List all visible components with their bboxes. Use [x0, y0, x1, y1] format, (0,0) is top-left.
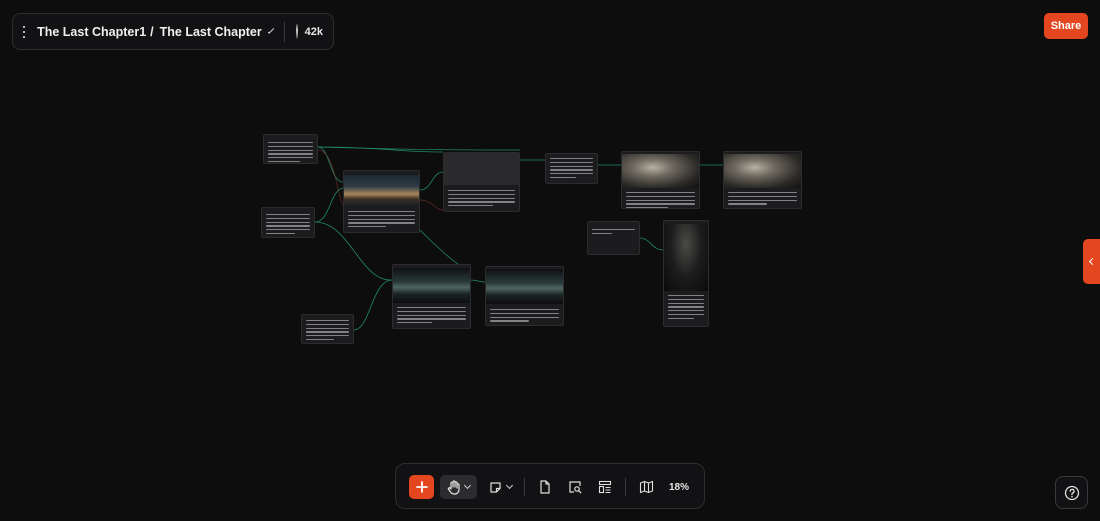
image-search-icon	[569, 481, 582, 494]
map-icon	[639, 480, 653, 494]
page-name[interactable]: The Last Chapter	[160, 25, 262, 39]
workflow-node[interactable]	[587, 221, 640, 255]
hand-tool-button[interactable]	[440, 475, 477, 499]
breadcrumb-separator: /	[150, 24, 154, 39]
image-search-button[interactable]	[564, 475, 586, 499]
image-node[interactable]	[392, 264, 471, 329]
workflow-node[interactable]	[301, 314, 354, 344]
image-node[interactable]	[343, 170, 420, 233]
empty-preview	[444, 153, 519, 185]
zoom-level-text: 18%	[668, 481, 689, 493]
workflow-node[interactable]	[261, 207, 315, 238]
help-button[interactable]	[1055, 476, 1088, 509]
chevron-left-icon	[1088, 257, 1097, 266]
node-links	[314, 146, 723, 331]
help-icon	[1064, 485, 1079, 500]
share-button[interactable]: Share	[1044, 13, 1088, 39]
image-node[interactable]	[621, 151, 700, 209]
generated-image	[724, 154, 801, 188]
credits-icon	[295, 24, 298, 39]
zoom-level[interactable]: 18%	[664, 475, 694, 499]
image-node[interactable]	[663, 220, 709, 327]
workflow-node[interactable]	[545, 153, 598, 184]
sticky-note-icon	[489, 481, 501, 493]
generated-image	[486, 269, 563, 304]
document-icon	[540, 480, 550, 494]
image-node[interactable]	[723, 151, 802, 209]
map-button[interactable]	[635, 475, 657, 499]
chevron-down-icon	[505, 481, 513, 490]
generated-image	[393, 268, 470, 303]
chevron-down-icon[interactable]	[267, 26, 274, 34]
layout-icon	[598, 480, 612, 494]
sticky-note-button[interactable]	[484, 475, 516, 499]
document-button[interactable]	[534, 475, 556, 499]
app-window: The Last Chapter1 / The Last Chapter 42k…	[0, 0, 1100, 521]
project-name[interactable]: The Last Chapter1	[37, 25, 146, 39]
generated-image	[622, 154, 699, 188]
image-node[interactable]	[485, 266, 564, 326]
workflow-canvas[interactable]	[0, 0, 1100, 521]
plus-icon	[415, 481, 428, 493]
hand-icon	[447, 479, 460, 495]
add-node-button[interactable]	[409, 475, 434, 499]
credits-count: 42k	[304, 25, 323, 38]
workflow-node[interactable]	[443, 152, 520, 212]
generated-image	[664, 224, 708, 291]
workflow-node[interactable]	[263, 134, 318, 164]
bottom-toolbar: 18%	[395, 463, 705, 509]
chevron-down-icon	[463, 481, 472, 490]
menu-icon[interactable]	[23, 25, 26, 39]
generated-image	[344, 175, 419, 207]
layout-button[interactable]	[594, 475, 616, 499]
project-header: The Last Chapter1 / The Last Chapter 42k	[12, 13, 334, 50]
toolbar-divider	[524, 478, 525, 496]
side-panel-toggle[interactable]	[1083, 239, 1100, 284]
toolbar-divider	[625, 478, 626, 496]
